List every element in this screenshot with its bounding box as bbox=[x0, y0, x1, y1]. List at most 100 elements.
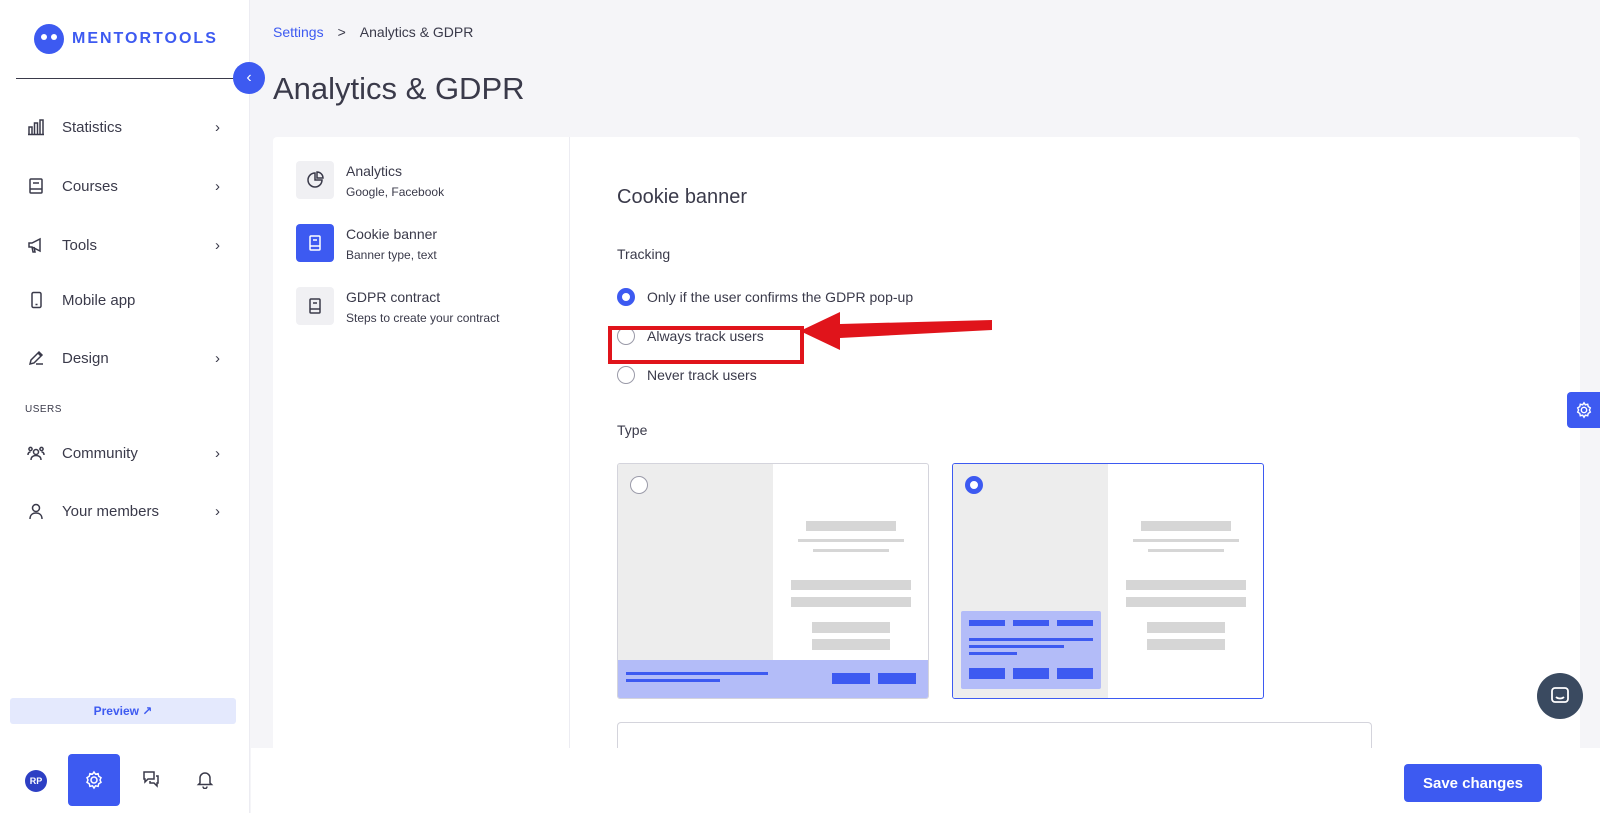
chevron-right-icon: › bbox=[215, 349, 220, 367]
sidebar-item-label: Courses bbox=[62, 177, 118, 195]
placeholder-button bbox=[969, 668, 1005, 679]
sidebar-item-label: Design bbox=[62, 349, 109, 367]
subnav-item-cookie-banner[interactable]: Cookie banner Banner type, text bbox=[296, 224, 437, 262]
sidebar-item-courses[interactable]: Courses › bbox=[0, 166, 240, 206]
placeholder-bar bbox=[1057, 620, 1093, 626]
chevron-right-icon: › bbox=[215, 502, 220, 520]
sidebar-item-design[interactable]: Design › bbox=[0, 338, 240, 378]
book-icon bbox=[26, 176, 46, 196]
banner-preview-bottom bbox=[618, 660, 928, 698]
subnav-desc: Banner type, text bbox=[346, 248, 437, 262]
sidebar-item-label: Tools bbox=[62, 236, 98, 254]
placeholder-button bbox=[878, 673, 916, 684]
banner-preview-box bbox=[961, 611, 1101, 689]
breadcrumb-current: Analytics & GDPR bbox=[359, 24, 474, 40]
placeholder-bar bbox=[969, 652, 1017, 655]
sidebar-item-community[interactable]: Community › bbox=[0, 433, 240, 473]
placeholder-bar bbox=[1013, 620, 1049, 626]
chat-widget-button[interactable] bbox=[1537, 673, 1583, 719]
tracking-label: Tracking bbox=[617, 246, 671, 262]
chat-icon bbox=[143, 771, 159, 788]
sidebar: MENTORTOOLS Statistics › Courses › Tools… bbox=[0, 0, 250, 813]
settings-button[interactable] bbox=[68, 754, 120, 806]
subnav-desc: Steps to create your contract bbox=[346, 311, 500, 325]
bell-icon bbox=[196, 772, 214, 789]
radio-option-confirm-popup[interactable]: Only if the user confirms the GDPR pop-u… bbox=[617, 288, 913, 306]
chat-icon bbox=[1551, 687, 1569, 703]
subnav-desc: Google, Facebook bbox=[346, 185, 445, 199]
gear-icon bbox=[86, 770, 102, 790]
document-icon bbox=[296, 287, 334, 325]
megaphone-icon bbox=[26, 235, 46, 255]
people-icon bbox=[26, 443, 46, 463]
placeholder-bar bbox=[1126, 580, 1246, 590]
placeholder-button bbox=[1013, 668, 1049, 679]
placeholder-bar bbox=[626, 672, 768, 675]
radio-button[interactable] bbox=[617, 366, 635, 384]
radio-label: Never track users bbox=[647, 367, 757, 383]
placeholder-bar bbox=[806, 521, 896, 531]
subnav-title: Analytics bbox=[346, 163, 403, 179]
person-icon bbox=[26, 501, 46, 521]
breadcrumb: Settings > Analytics & GDPR bbox=[273, 24, 473, 40]
placeholder-bar bbox=[626, 679, 720, 682]
pie-chart-icon bbox=[296, 161, 334, 199]
page-title: Analytics & GDPR bbox=[273, 71, 525, 106]
sidebar-item-label: Statistics bbox=[62, 118, 123, 136]
sidebar-divider bbox=[16, 78, 234, 79]
chevron-right-icon: › bbox=[215, 236, 220, 254]
avatar[interactable]: RP bbox=[25, 770, 47, 792]
smartphone-icon bbox=[26, 290, 46, 310]
radio-option-never-track[interactable]: Never track users bbox=[617, 366, 757, 384]
placeholder-bar bbox=[813, 549, 889, 552]
logo[interactable]: MENTORTOOLS bbox=[34, 24, 218, 54]
chevron-right-icon: › bbox=[215, 444, 220, 462]
collapse-sidebar-button[interactable]: ‹ bbox=[233, 62, 265, 94]
sidebar-item-your-members[interactable]: Your members › bbox=[0, 491, 240, 531]
breadcrumb-settings-link[interactable]: Settings bbox=[273, 24, 324, 40]
side-settings-button[interactable] bbox=[1567, 392, 1600, 428]
placeholder-bar bbox=[798, 539, 904, 542]
radio-button[interactable] bbox=[630, 476, 648, 494]
placeholder-bar bbox=[1133, 539, 1239, 542]
placeholder-bar bbox=[1147, 622, 1225, 633]
radio-label: Only if the user confirms the GDPR pop-u… bbox=[647, 289, 914, 305]
subnav-item-analytics[interactable]: Analytics Google, Facebook bbox=[296, 161, 444, 199]
placeholder-bar bbox=[1148, 549, 1224, 552]
card-divider bbox=[569, 137, 570, 757]
sidebar-item-label: Community bbox=[62, 444, 138, 462]
notifications-button[interactable] bbox=[192, 766, 218, 792]
chevron-right-icon: › bbox=[215, 177, 220, 195]
logo-icon bbox=[34, 24, 64, 54]
placeholder-bar bbox=[812, 639, 890, 650]
chevron-right-icon: › bbox=[215, 118, 220, 136]
annotation-arrow-icon bbox=[800, 312, 992, 350]
section-title: Cookie banner bbox=[617, 186, 748, 208]
breadcrumb-separator: > bbox=[337, 24, 346, 40]
sidebar-item-statistics[interactable]: Statistics › bbox=[0, 107, 240, 147]
messages-button[interactable] bbox=[138, 766, 164, 792]
placeholder-bar bbox=[969, 638, 1093, 641]
preview-button[interactable]: Preview ↗ bbox=[10, 698, 236, 724]
sidebar-item-label: Your members bbox=[62, 502, 159, 520]
placeholder-button bbox=[832, 673, 870, 684]
type-card-floating-box[interactable] bbox=[952, 463, 1264, 699]
radio-button[interactable] bbox=[965, 476, 983, 494]
radio-button[interactable] bbox=[617, 288, 635, 306]
sidebar-item-mobile-app[interactable]: Mobile app bbox=[0, 280, 240, 320]
sidebar-item-tools[interactable]: Tools › bbox=[0, 225, 240, 265]
bar-chart-icon bbox=[26, 117, 46, 137]
type-card-bottom-bar[interactable] bbox=[617, 463, 929, 699]
subnav-item-gdpr-contract[interactable]: GDPR contract Steps to create your contr… bbox=[296, 287, 499, 325]
placeholder-bar bbox=[1141, 521, 1231, 531]
annotation-highlight-box bbox=[608, 326, 804, 364]
placeholder-bar bbox=[791, 580, 911, 590]
placeholder-bar bbox=[812, 622, 890, 633]
sidebar-item-label: Mobile app bbox=[62, 291, 136, 309]
document-icon bbox=[296, 224, 334, 262]
placeholder-bar bbox=[969, 645, 1064, 648]
save-button[interactable]: Save changes bbox=[1404, 764, 1542, 802]
type-label: Type bbox=[617, 422, 648, 438]
placeholder-button bbox=[1057, 668, 1093, 679]
placeholder-bar bbox=[969, 620, 1005, 626]
